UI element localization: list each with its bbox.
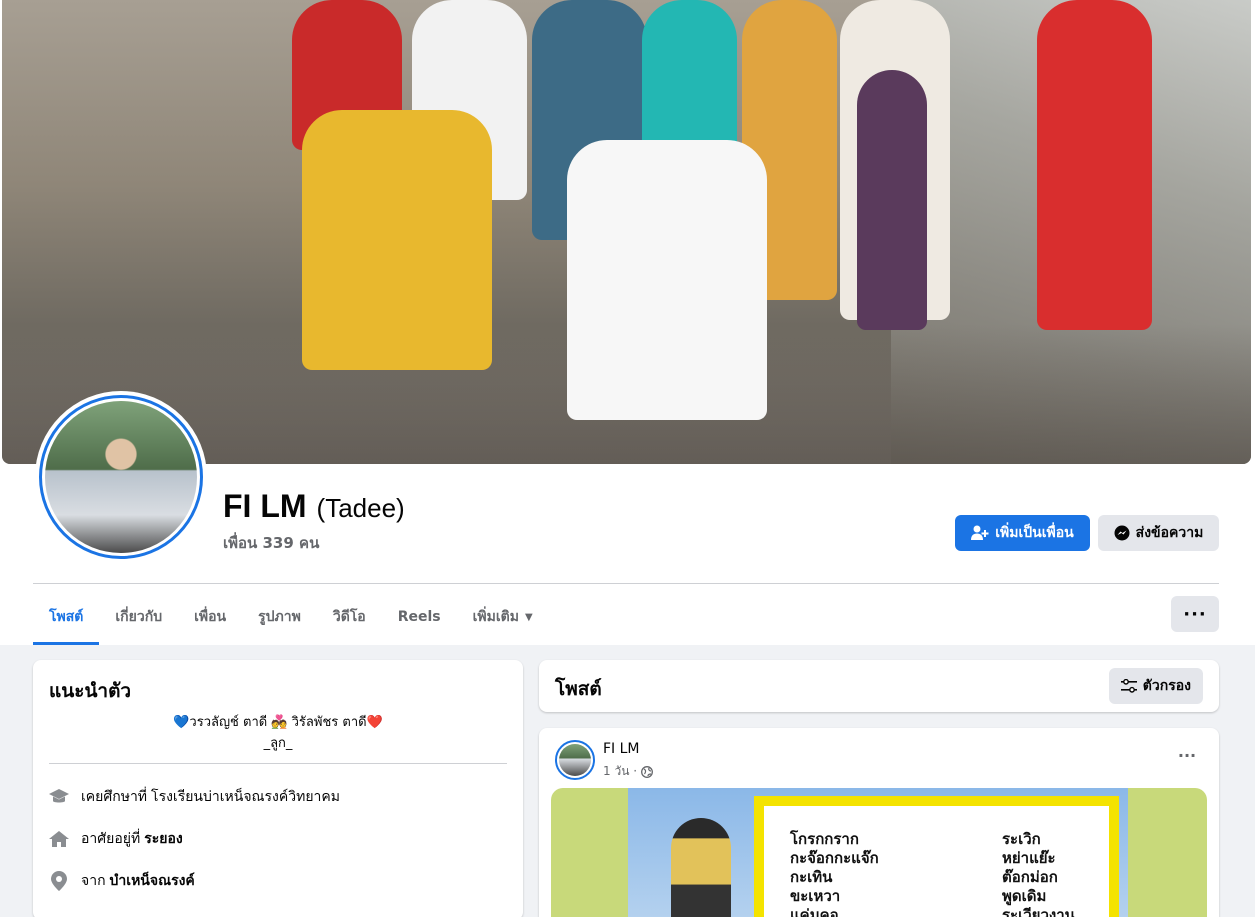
friends-count-link[interactable]: เพื่อน 339 คน [223,531,319,555]
profile-tabs: โพสต์ เกี่ยวกับ เพื่อน รูปภาพ วิดีโอ Ree… [33,590,549,645]
profile-more-button[interactable]: ··· [1171,596,1219,632]
profile-alternate-name: (Tadee) [316,493,405,523]
header-divider [33,583,1219,584]
post-card: FI LM 1 วัน · ··· โกรกกราก กะจ๊อกกะแจ๊ก … [539,728,1219,917]
tab-label: เกี่ยวกับ [115,609,163,625]
story-ring [39,395,203,559]
tab-about[interactable]: เกี่ยวกับ [99,590,178,644]
tab-more[interactable]: เพิ่มเติม ▼ [457,590,549,644]
bio-line: 💙วรวลัญช์ ตาดี 💑 วิรัลพัชร ตาดี❤️ [173,715,383,730]
add-friend-icon [971,525,989,540]
tab-label: Reels [397,609,441,625]
cover-person [567,140,767,420]
profile-name-row: FI LM (Tadee) [223,488,405,525]
posts-header-card: โพสต์ ตัวกรอง [539,660,1219,712]
education-row: เคยศึกษาที่ โรงเรียนบ่าเหน็จณรงค์วิทยาคม [49,786,340,808]
tab-label: เพื่อน [194,609,227,625]
education-value[interactable]: โรงเรียนบ่าเหน็จณรงค์วิทยาคม [151,786,340,808]
post-author-avatar[interactable] [555,740,595,780]
posts-title: โพสต์ [555,678,602,700]
profile-avatar[interactable] [35,391,207,563]
cover-person [302,110,492,370]
bio: 💙วรวลัญช์ ตาดี 💑 วิรัลพัชร ตาดี❤️ _ลูก_ [49,712,507,754]
from-value[interactable]: บำเหน็จณรงค์ [110,870,195,892]
cover-person [1037,0,1152,330]
filter-button[interactable]: ตัวกรอง [1108,668,1203,704]
message-button[interactable]: ส่งข้อความ [1098,515,1219,551]
tab-label: วิดีโอ [332,609,366,625]
filter-label: ตัวกรอง [1142,678,1191,694]
post-meta: 1 วัน · [603,762,653,781]
post-time[interactable]: 1 วัน · [603,762,637,781]
image-text-box: โกรกกราก กะจ๊อกกะแจ๊ก กะเทิน ขะเหวา แค่ม… [754,796,1119,917]
image-words-left: โกรกกราก กะจ๊อกกะแจ๊ก กะเทิน ขะเหวา แค่ม… [790,830,879,917]
tab-label: เพิ่มเติม [472,609,519,625]
image-statue [671,818,731,917]
post-author-name[interactable]: FI LM [603,741,640,757]
post-more-button[interactable]: ··· [1171,746,1203,770]
tab-reels[interactable]: Reels [382,590,457,644]
tab-label: โพสต์ [49,609,84,625]
tab-label: รูปภาพ [258,609,301,625]
tab-posts[interactable]: โพสต์ [33,590,100,645]
post-image[interactable]: โกรกกราก กะจ๊อกกะแจ๊ก กะเทิน ขะเหวา แค่ม… [551,788,1207,917]
cover-photo[interactable] [2,0,1251,464]
chevron-down-icon: ▼ [524,611,533,623]
location-pin-icon [49,871,69,891]
bio-line: _ลูก_ [263,736,293,751]
education-prefix: เคยศึกษาที่ [81,789,148,805]
cover-person [857,70,927,330]
lives-in-row: อาศัยอยู่ที่ ระยอง [49,828,183,850]
avatar [45,401,197,553]
lives-value[interactable]: ระยอง [144,828,183,850]
home-icon [49,829,69,849]
globe-icon [641,765,653,778]
message-label: ส่งข้อความ [1135,525,1204,541]
tab-videos[interactable]: วิดีโอ [317,590,382,644]
filter-icon [1120,679,1137,693]
add-friend-button[interactable]: เพิ่มเป็นเพื่อน [955,515,1090,551]
messenger-icon [1114,525,1130,541]
profile-name: FI LM [223,488,307,524]
bio-divider [49,763,507,764]
profile-header: FI LM (Tadee) เพื่อน 339 คน เพิ่มเป็นเพื… [0,0,1255,645]
from-prefix: จาก [81,873,106,889]
tab-photos[interactable]: รูปภาพ [242,590,317,644]
tab-friends[interactable]: เพื่อน [178,590,242,644]
intro-card: แนะนำตัว 💙วรวลัญช์ ตาดี 💑 วิรัลพัชร ตาดี… [33,660,523,917]
from-row: จาก บำเหน็จณรงค์ [49,870,195,892]
lives-prefix: อาศัยอยู่ที่ [81,831,141,847]
intro-title: แนะนำตัว [49,680,132,702]
avatar [559,744,591,776]
add-friend-label: เพิ่มเป็นเพื่อน [995,525,1074,541]
graduation-cap-icon [49,787,69,807]
image-words-right: ระเวิก หย่าแย๊ะ ต๊อกม่อก พูดเดิม ระเวียว… [1002,830,1075,917]
more-dots-icon: ··· [1183,603,1207,625]
